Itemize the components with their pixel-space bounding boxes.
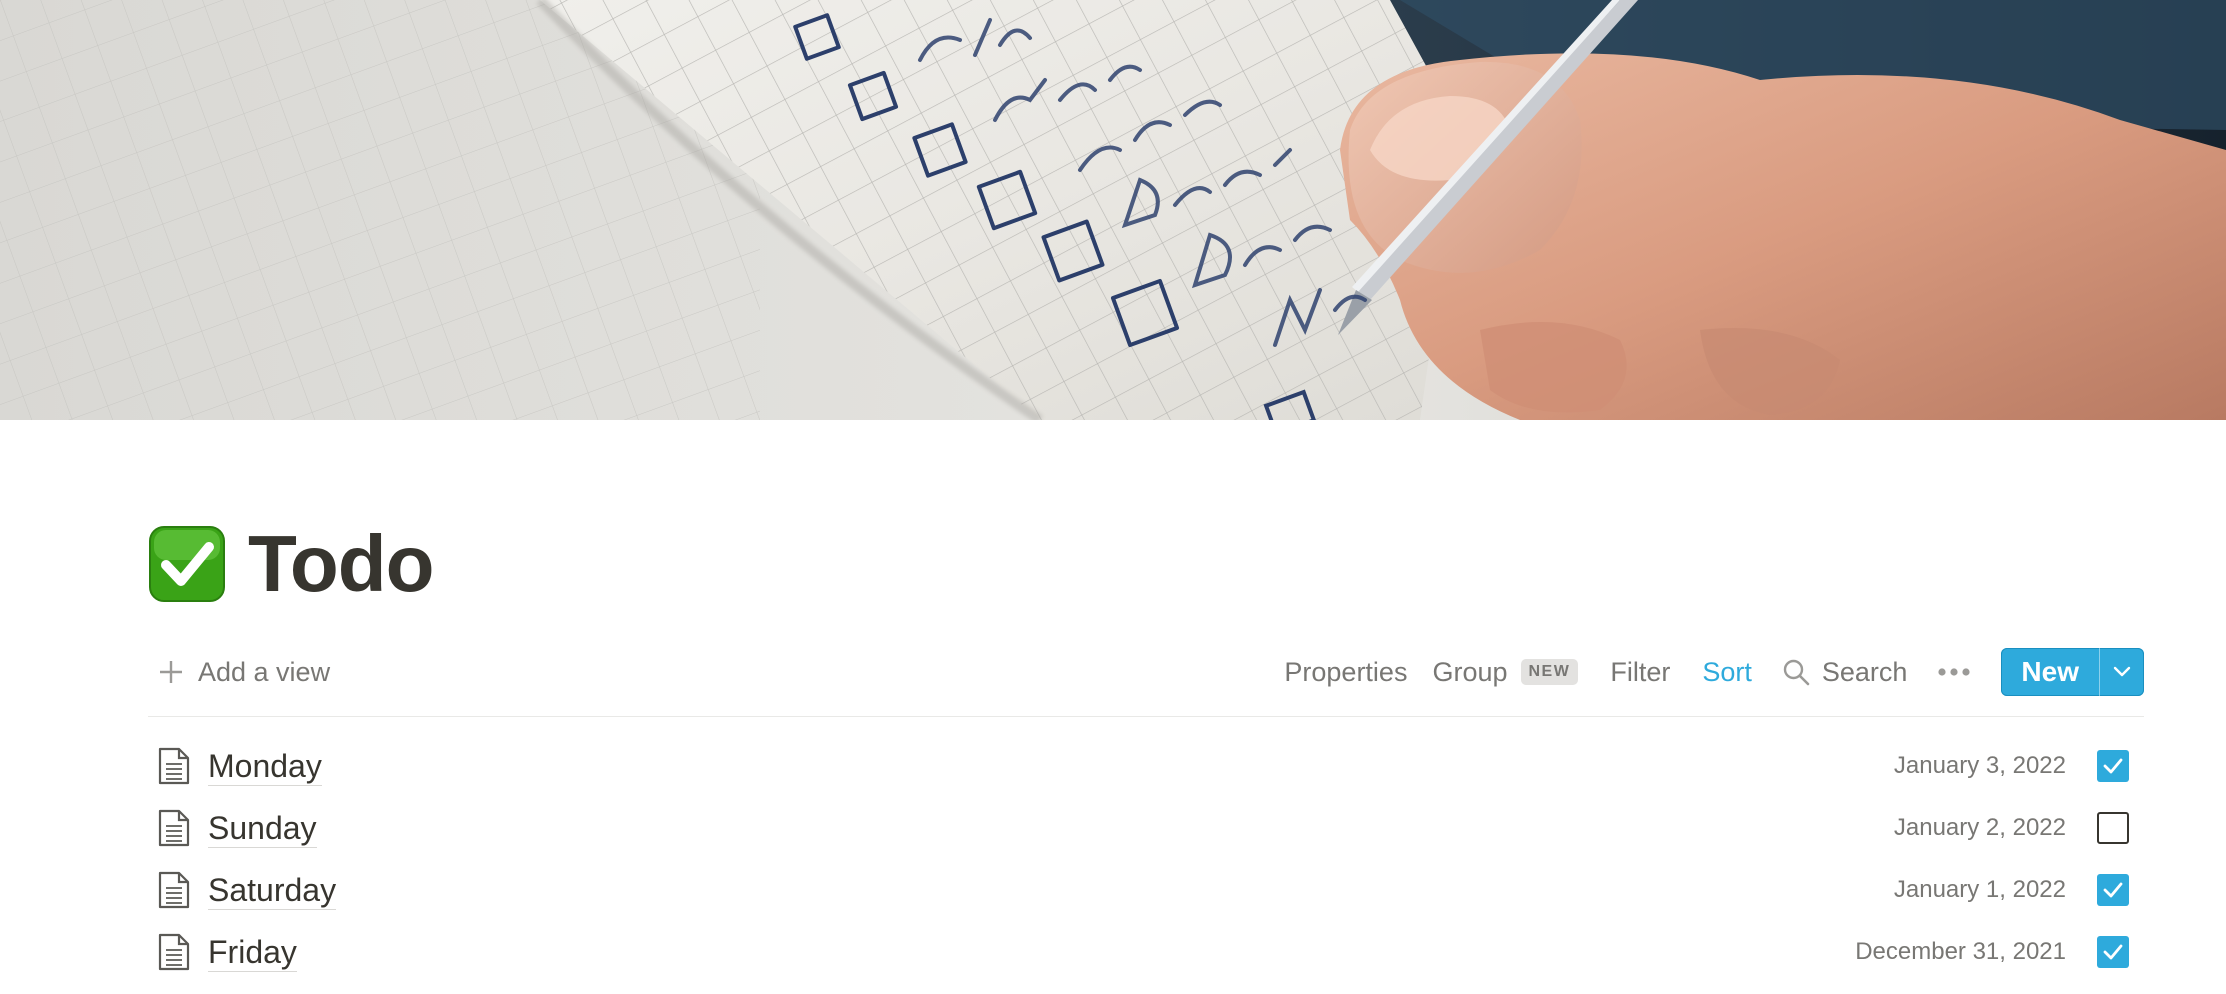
item-date[interactable]: January 3, 2022 — [1894, 752, 2066, 780]
item-date[interactable]: December 31, 2021 — [1855, 938, 2066, 966]
group-button[interactable]: Group NEW — [1432, 656, 1579, 688]
plus-icon — [160, 661, 182, 683]
more-options-icon[interactable] — [1937, 667, 1971, 677]
done-checkbox[interactable] — [2097, 750, 2129, 782]
new-badge: NEW — [1520, 659, 1579, 685]
check-icon — [2103, 882, 2123, 898]
document-icon — [158, 809, 190, 847]
item-title[interactable]: Sunday — [208, 809, 317, 848]
document-icon — [158, 933, 190, 971]
sort-button[interactable]: Sort — [1702, 657, 1752, 688]
item-title[interactable]: Saturday — [208, 871, 337, 910]
done-checkbox[interactable] — [2097, 874, 2129, 906]
item-title[interactable]: Friday — [208, 933, 297, 972]
add-view-button[interactable]: Add a view — [158, 657, 330, 688]
todo-list: Monday January 3, 2022 Sunday January 2,… — [148, 735, 2144, 983]
done-checkbox[interactable] — [2097, 812, 2129, 844]
filter-button[interactable]: Filter — [1610, 657, 1670, 688]
search-icon — [1783, 659, 1810, 686]
check-mark-emoji-icon[interactable] — [148, 525, 226, 603]
document-icon — [158, 747, 190, 785]
group-label: Group — [1432, 656, 1508, 687]
search-button[interactable]: Search — [1782, 656, 1908, 688]
search-label: Search — [1821, 656, 1908, 687]
check-icon — [2103, 758, 2123, 774]
page-title-text[interactable]: Todo — [248, 524, 435, 604]
document-icon — [158, 871, 190, 909]
database-toolbar: Add a view Properties Group NEW Filter S… — [148, 646, 2144, 698]
new-button-group: New — [2001, 648, 2144, 696]
page-title: Todo — [148, 512, 435, 616]
item-date[interactable]: January 2, 2022 — [1894, 814, 2066, 842]
toolbar-divider — [148, 716, 2144, 717]
item-date[interactable]: January 1, 2022 — [1894, 876, 2066, 904]
list-item[interactable]: Saturday January 1, 2022 — [148, 859, 2144, 921]
add-view-label: Add a view — [198, 656, 331, 687]
list-item[interactable]: Sunday January 2, 2022 — [148, 797, 2144, 859]
new-button[interactable]: New — [2001, 648, 2099, 696]
new-dropdown-button[interactable] — [2099, 648, 2144, 696]
item-title[interactable]: Monday — [208, 747, 322, 786]
properties-button[interactable]: Properties — [1284, 657, 1407, 688]
chevron-down-icon — [2113, 666, 2131, 677]
list-item[interactable]: Monday January 3, 2022 — [148, 735, 2144, 797]
list-item[interactable]: Friday December 31, 2021 — [148, 921, 2144, 983]
page-cover-image[interactable] — [0, 0, 2226, 420]
done-checkbox[interactable] — [2097, 936, 2129, 968]
check-icon — [2103, 944, 2123, 960]
notebook-checklist-photo — [0, 0, 2226, 420]
